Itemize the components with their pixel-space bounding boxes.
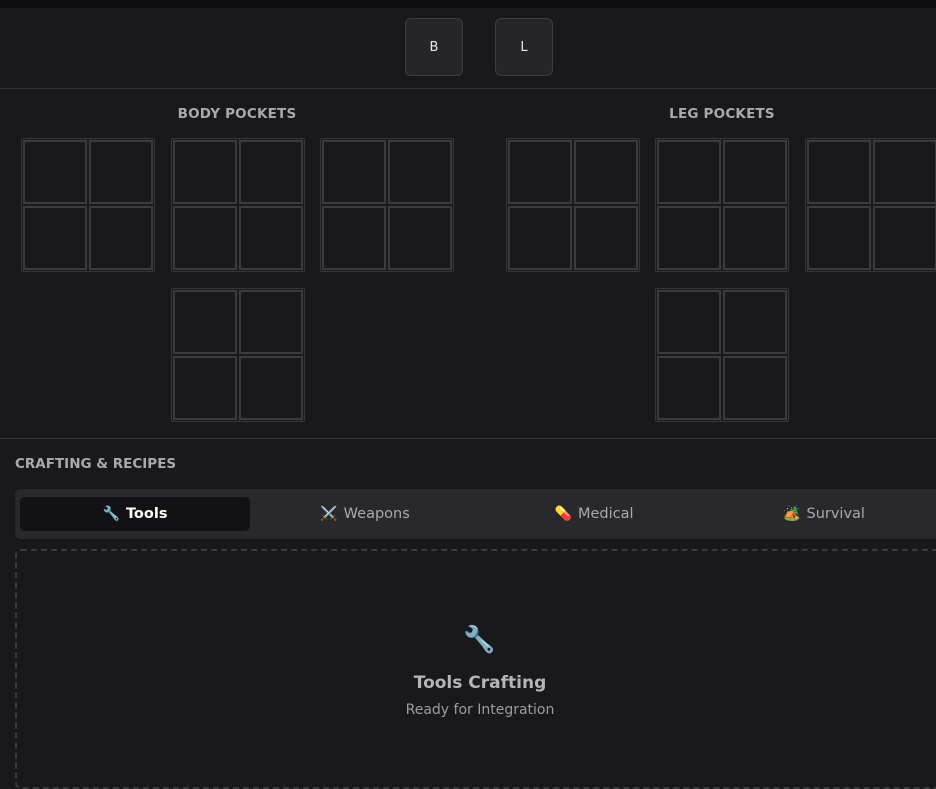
camping-icon: 🏕️ bbox=[783, 506, 801, 522]
top-strip bbox=[0, 0, 936, 8]
tab-label: Tools bbox=[125, 506, 168, 522]
tab-survival[interactable]: 🏕️ Survival bbox=[709, 497, 936, 531]
inventory-slot[interactable] bbox=[657, 206, 721, 270]
tab-tools[interactable]: 🔧 Tools bbox=[20, 497, 250, 531]
inventory-slot[interactable] bbox=[89, 206, 153, 270]
inventory-slot[interactable] bbox=[723, 140, 787, 204]
inventory-slot[interactable] bbox=[89, 140, 153, 204]
inventory-slot[interactable] bbox=[23, 206, 87, 270]
inventory-slot[interactable] bbox=[173, 140, 237, 204]
inventory-slot[interactable] bbox=[657, 290, 721, 354]
inventory-slot[interactable] bbox=[657, 356, 721, 420]
inventory-slot[interactable] bbox=[508, 206, 572, 270]
inventory-slot[interactable] bbox=[723, 290, 787, 354]
inventory-slot[interactable] bbox=[388, 206, 452, 270]
inventory-slot[interactable] bbox=[723, 206, 787, 270]
crossed-swords-icon: ⚔️ bbox=[320, 506, 338, 522]
tab-label: Weapons bbox=[343, 506, 410, 522]
body-pocket-4 bbox=[171, 288, 305, 422]
inventory-slot[interactable] bbox=[173, 290, 237, 354]
inventory-slot[interactable] bbox=[388, 140, 452, 204]
inventory-slot[interactable] bbox=[173, 356, 237, 420]
inventory-slot[interactable] bbox=[23, 140, 87, 204]
inventory-slot[interactable] bbox=[173, 206, 237, 270]
inventory-slot[interactable] bbox=[322, 206, 386, 270]
crafting-tabs: 🔧 Tools ⚔️ Weapons 💊 Medical 🏕️ Survival bbox=[15, 489, 936, 539]
inventory-slot[interactable] bbox=[239, 356, 303, 420]
leg-pocket-2 bbox=[655, 138, 789, 272]
body-equip-button[interactable]: B bbox=[405, 18, 463, 76]
tab-medical[interactable]: 💊 Medical bbox=[479, 497, 709, 531]
inventory-slot[interactable] bbox=[574, 206, 638, 270]
wrench-icon: 🔧 bbox=[102, 506, 120, 522]
body-pocket-1 bbox=[21, 138, 155, 272]
leg-equip-button[interactable]: L bbox=[495, 18, 553, 76]
body-pocket-3 bbox=[320, 138, 454, 272]
tab-label: Survival bbox=[806, 506, 865, 522]
inventory-slot[interactable] bbox=[657, 140, 721, 204]
inventory-slot[interactable] bbox=[239, 290, 303, 354]
inventory-slot[interactable] bbox=[723, 356, 787, 420]
leg-pocket-4 bbox=[655, 288, 789, 422]
inventory-slot[interactable] bbox=[873, 140, 936, 204]
crafting-panel bbox=[15, 549, 936, 789]
pill-icon: 💊 bbox=[554, 506, 572, 522]
body-pockets-title: BODY POCKETS bbox=[177, 106, 297, 122]
divider bbox=[0, 438, 936, 439]
divider bbox=[0, 88, 936, 89]
body-pocket-2 bbox=[171, 138, 305, 272]
leg-pocket-3 bbox=[805, 138, 936, 272]
leg-pocket-1 bbox=[506, 138, 640, 272]
inventory-slot[interactable] bbox=[574, 140, 638, 204]
inventory-slot[interactable] bbox=[807, 206, 871, 270]
crafting-title: CRAFTING & RECIPES bbox=[15, 456, 177, 472]
inventory-slot[interactable] bbox=[508, 140, 572, 204]
panel-title: Tools Crafting bbox=[413, 673, 547, 693]
tab-label: Medical bbox=[577, 506, 634, 522]
leg-pockets-title: LEG POCKETS bbox=[669, 106, 775, 122]
inventory-slot[interactable] bbox=[807, 140, 871, 204]
inventory-slot[interactable] bbox=[873, 206, 936, 270]
inventory-slot[interactable] bbox=[322, 140, 386, 204]
inventory-slot[interactable] bbox=[239, 140, 303, 204]
inventory-slot[interactable] bbox=[239, 206, 303, 270]
panel-subtitle: Ready for Integration bbox=[405, 702, 555, 718]
tab-weapons[interactable]: ⚔️ Weapons bbox=[250, 497, 480, 531]
wrench-icon: 🔧 bbox=[463, 625, 496, 655]
